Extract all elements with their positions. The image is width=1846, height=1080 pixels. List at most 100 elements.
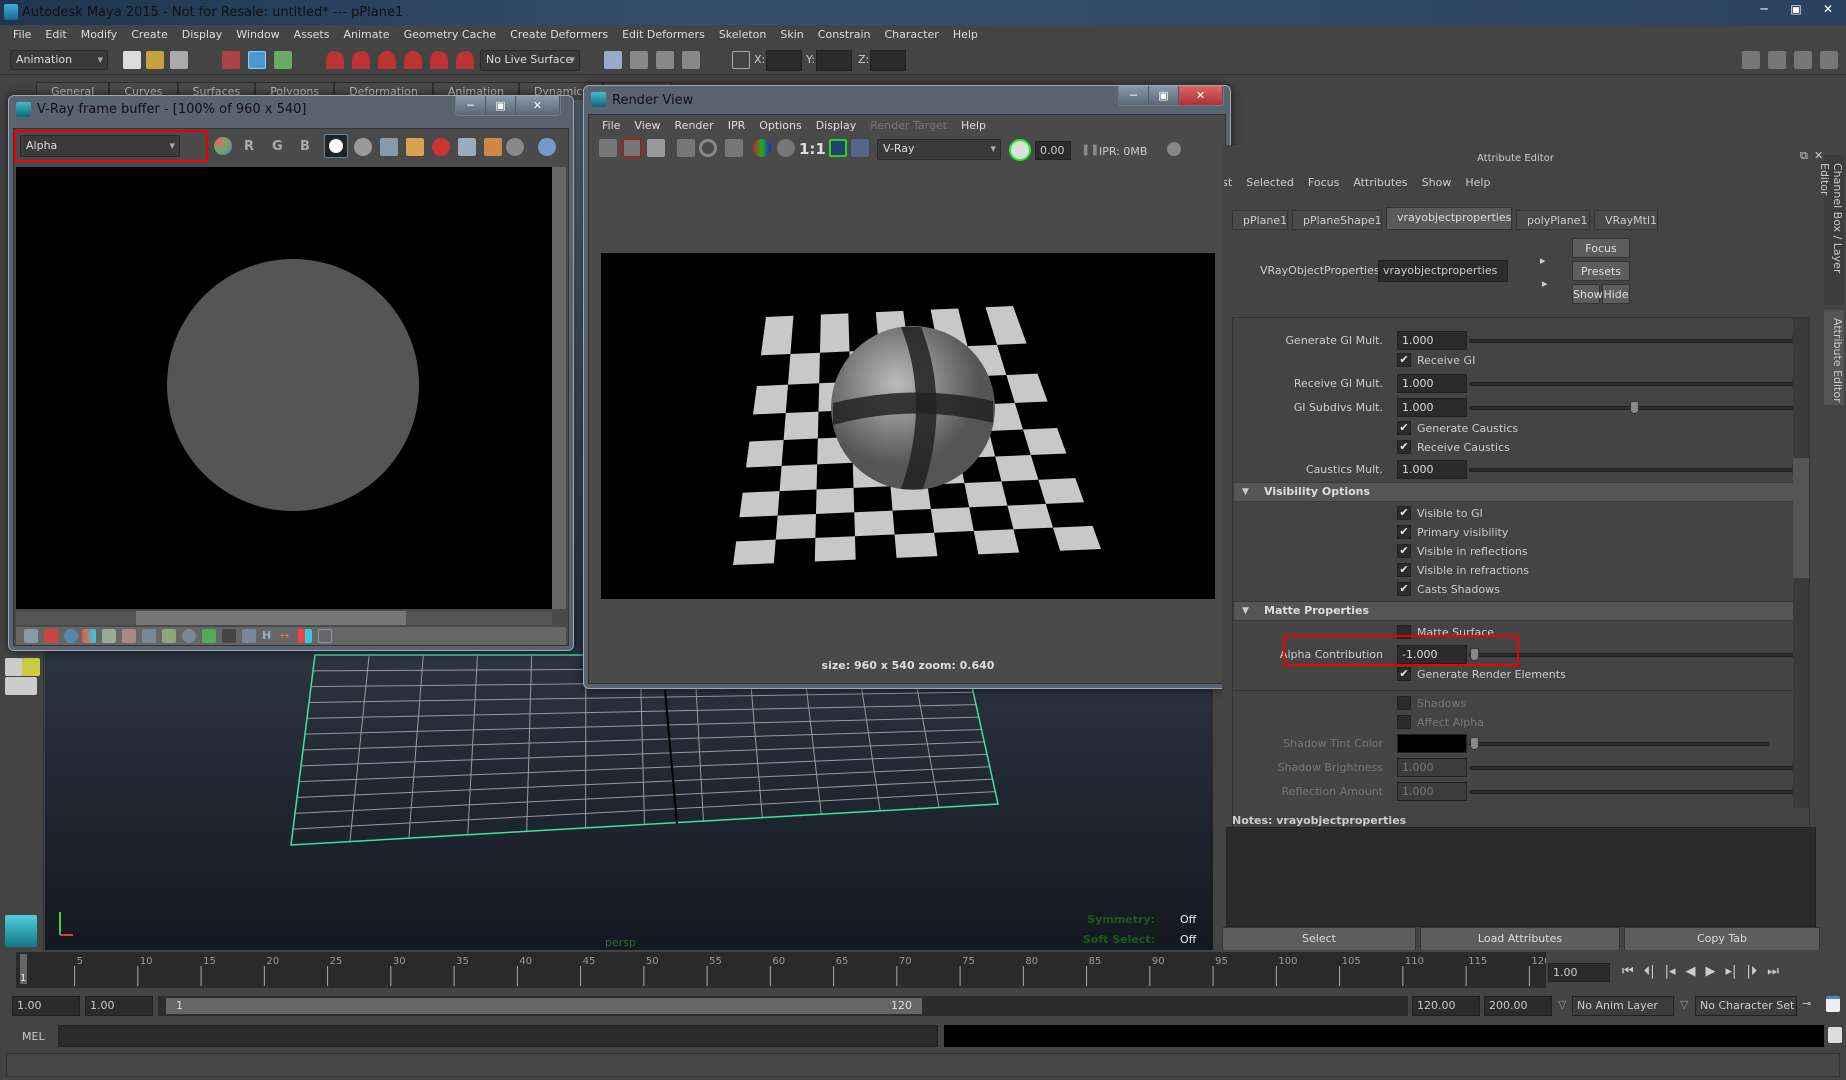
history-icon[interactable] <box>24 629 38 643</box>
step-back-key-button[interactable]: |◂ <box>1665 964 1676 979</box>
ae-menu-focus[interactable]: Focus <box>1301 176 1346 189</box>
horizontal-compare-icon[interactable]: H <box>262 629 276 643</box>
copy-tab-button[interactable]: Copy Tab <box>1624 927 1820 951</box>
maximize-button[interactable]: ▣ <box>486 96 516 115</box>
notes-textarea[interactable] <box>1226 827 1816 927</box>
visible-to-gi-checkbox[interactable]: ✔ <box>1397 506 1411 520</box>
remove-image-icon[interactable] <box>851 139 869 157</box>
snap-view-plane-icon[interactable] <box>404 51 422 69</box>
gi-subdivs-mult-slider[interactable] <box>1469 401 1799 414</box>
y-field[interactable] <box>816 50 852 71</box>
rgb-channels-icon[interactable] <box>214 137 232 155</box>
step-back-frame-button[interactable]: ⏴| <box>1644 964 1655 979</box>
white-balance-icon[interactable] <box>242 629 256 643</box>
script-editor-icon[interactable] <box>1828 1027 1842 1043</box>
menu-geometry-cache[interactable]: Geometry Cache <box>397 25 504 45</box>
red-channel-button[interactable]: R <box>244 139 254 154</box>
ae-vertical-scrollbar[interactable] <box>1793 318 1809 808</box>
step-forward-frame-button[interactable]: |⏵ <box>1746 964 1757 979</box>
rv-menu-file[interactable]: File <box>595 119 627 132</box>
shadows-checkbox[interactable] <box>1397 696 1411 710</box>
focus-button[interactable]: Focus <box>1572 238 1630 258</box>
receive-caustics-checkbox[interactable]: ✔ <box>1397 440 1411 454</box>
range-slider[interactable]: 1 120 <box>158 996 1408 1016</box>
region-render-icon[interactable] <box>484 138 502 156</box>
save-image-icon[interactable] <box>380 138 398 156</box>
ae-tab-pplaneshape1[interactable]: pPlaneShape1 <box>1292 210 1382 230</box>
horizontal-scrollbar[interactable] <box>16 611 552 625</box>
go-to-end-button[interactable]: ⏭ <box>1767 964 1779 979</box>
menu-edit[interactable]: Edit <box>38 25 73 45</box>
range-slider-bar[interactable]: 1 120 <box>166 998 922 1014</box>
channel-box-side-tab[interactable]: Channel Box / Layer Editor <box>1818 155 1844 305</box>
caustics-mult-slider[interactable] <box>1469 463 1801 476</box>
current-time-field[interactable]: 1.00 <box>1548 963 1610 982</box>
rv-menu-view[interactable]: View <box>627 119 667 132</box>
exposure-icon[interactable] <box>82 629 96 643</box>
render-region-icon[interactable] <box>623 139 641 157</box>
lens-effects-icon[interactable] <box>318 629 332 643</box>
attribute-editor-side-tab[interactable]: Attribute Editor <box>1824 310 1844 405</box>
primary-visibility-checkbox[interactable]: ✔ <box>1397 525 1411 539</box>
close-button[interactable]: ✕ <box>1179 86 1223 105</box>
node-name-field[interactable]: vrayobjectproperties <box>1378 260 1508 282</box>
menu-window[interactable]: Window <box>229 25 286 45</box>
x-field[interactable] <box>766 50 802 71</box>
ae-menu-show[interactable]: Show <box>1415 176 1459 189</box>
play-forwards-button[interactable]: ▶ <box>1706 964 1716 979</box>
generate-gi-mult-slider[interactable] <box>1469 334 1801 347</box>
modeling-toolkit-icon[interactable] <box>1742 51 1760 69</box>
float-panel-icon[interactable]: ⧉ <box>1800 149 1808 163</box>
mel-command-input[interactable] <box>58 1025 938 1047</box>
select-button[interactable]: Select <box>1222 927 1416 951</box>
info-icon[interactable] <box>64 629 78 643</box>
rgb-channels-icon[interactable] <box>753 139 771 157</box>
layout-single-icon[interactable] <box>5 658 23 676</box>
outliner-layout-icon[interactable] <box>22 658 40 676</box>
ae-tab-pplane1[interactable]: pPlane1 <box>1232 210 1288 230</box>
channel-box-toggle-icon[interactable] <box>1820 51 1838 69</box>
snap-surface-icon[interactable] <box>430 51 448 69</box>
visible-in-reflections-checkbox[interactable]: ✔ <box>1397 544 1411 558</box>
visibility-options-section[interactable]: Visibility Options <box>1233 482 1805 502</box>
generate-gi-mult-field[interactable]: 1.000 <box>1397 331 1467 350</box>
anim-layer-field[interactable]: No Anim Layer <box>1572 996 1674 1016</box>
renderer-dropdown[interactable]: V-Ray <box>877 139 1001 160</box>
select-object-icon[interactable] <box>248 51 266 69</box>
live-surface-field[interactable]: No Live Surface <box>480 50 580 71</box>
close-button[interactable]: ✕ <box>516 96 560 115</box>
ipr-tuning-icon[interactable] <box>1009 139 1031 161</box>
ae-tab-polyplane1[interactable]: polyPlane1 <box>1516 210 1590 230</box>
step-forward-key-button[interactable]: ▸| <box>1726 964 1737 979</box>
blue-channel-button[interactable]: B <box>300 139 310 154</box>
rv-menu-options[interactable]: Options <box>752 119 808 132</box>
gi-subdivs-mult-field[interactable]: 1.000 <box>1397 398 1467 417</box>
clear-image-icon[interactable] <box>432 138 450 156</box>
green-channel-button[interactable]: G <box>272 139 283 154</box>
input-connection-icon[interactable]: ▸ <box>1540 254 1546 267</box>
ipr-render-icon[interactable] <box>656 51 674 69</box>
menu-edit-deformers[interactable]: Edit Deformers <box>615 25 712 45</box>
menu-modify[interactable]: Modify <box>74 25 124 45</box>
ae-menu-selected[interactable]: Selected <box>1239 176 1301 189</box>
levels-icon[interactable] <box>142 629 156 643</box>
maximize-button[interactable]: ▣ <box>1149 86 1179 105</box>
color-balance-icon[interactable] <box>122 629 136 643</box>
menu-file[interactable]: File <box>6 25 38 45</box>
alpha-view-button[interactable] <box>324 134 348 158</box>
render-settings-icon[interactable] <box>725 139 743 157</box>
playback-end-field[interactable]: 120.00 <box>1412 996 1480 1016</box>
time-slider[interactable]: 5 10 15 20 25 30 35 40 45 50 55 60 65 70 75 80 85 90 95 100… <box>16 952 1550 988</box>
visible-in-refractions-checkbox[interactable]: ✔ <box>1397 563 1411 577</box>
close-panel-icon[interactable]: ✕ <box>1814 149 1823 162</box>
input-line-icon[interactable] <box>732 51 750 69</box>
background-image-icon[interactable] <box>202 629 216 643</box>
menu-skin[interactable]: Skin <box>773 25 810 45</box>
caustics-mult-field[interactable]: 1.000 <box>1397 460 1467 479</box>
presets-button[interactable]: Presets <box>1572 261 1630 281</box>
end-time-field[interactable]: 200.00 <box>1484 996 1552 1016</box>
hsl-icon[interactable] <box>102 629 116 643</box>
go-to-start-button[interactable]: ⏮ <box>1622 964 1634 979</box>
rv-menu-ipr[interactable]: IPR <box>721 119 753 132</box>
menu-animate[interactable]: Animate <box>336 25 396 45</box>
